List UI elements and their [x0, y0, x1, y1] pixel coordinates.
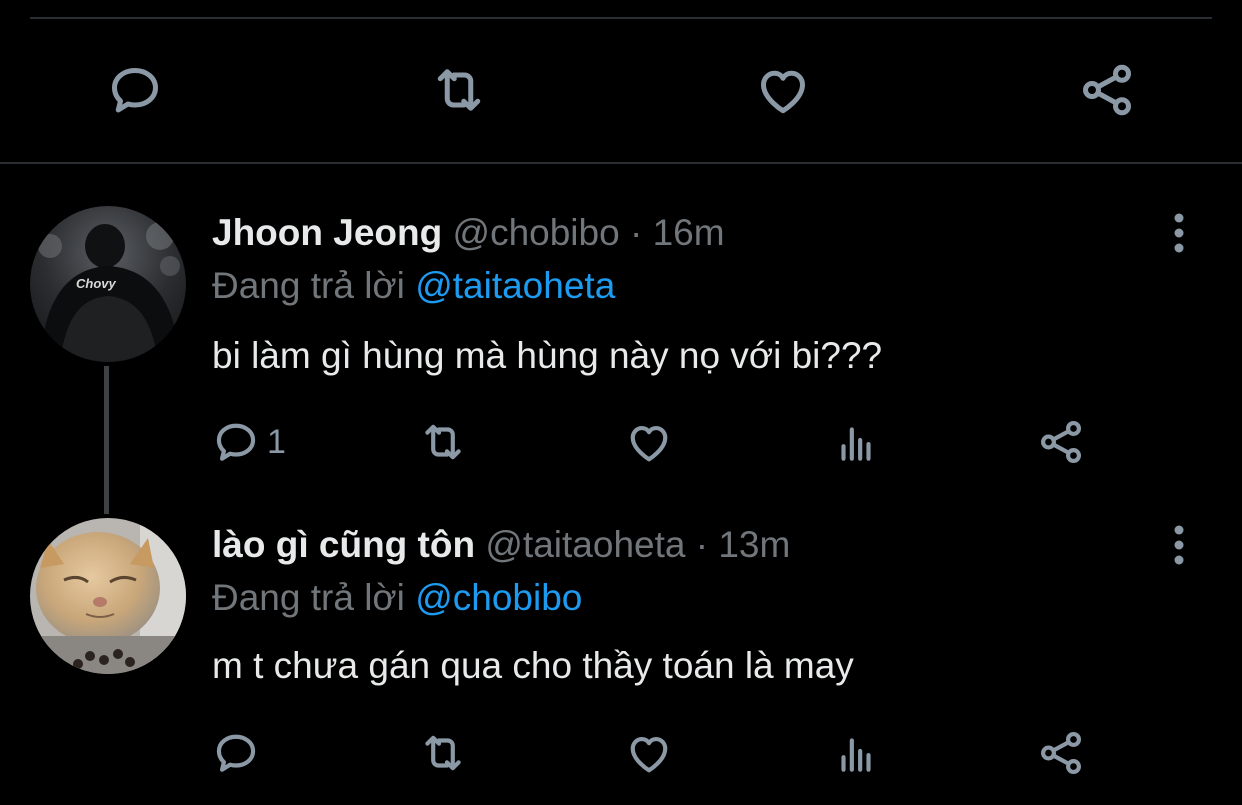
user-handle[interactable]: @chobibo — [453, 212, 620, 253]
tweet-action-bar — [0, 725, 1242, 781]
replying-to-handle[interactable]: @chobibo — [415, 577, 582, 618]
retweet-button[interactable] — [418, 414, 468, 470]
share-icon — [1041, 420, 1081, 464]
share-button[interactable] — [1036, 725, 1086, 781]
retweet-icon — [425, 424, 461, 460]
replying-to-line: Đang trả lời @taitaoheta — [212, 265, 615, 307]
more-vertical-icon — [1174, 213, 1184, 253]
reply-icon — [216, 734, 256, 772]
analytics-button[interactable] — [831, 725, 881, 781]
display-name[interactable]: lào gì cũng tôn — [212, 524, 475, 565]
analytics-icon — [841, 427, 871, 461]
retweet-button[interactable] — [418, 725, 468, 781]
tweet-text: bi làm gì hùng mà hùng này nọ với bi??? — [212, 335, 883, 376]
main-tweet-action-bar — [0, 58, 1242, 122]
main-like-button[interactable] — [751, 58, 815, 122]
separator-dot: · — [695, 524, 709, 565]
section-divider — [0, 162, 1242, 164]
share-button[interactable] — [1036, 414, 1086, 470]
heart-icon — [630, 736, 668, 773]
top-divider — [30, 17, 1212, 19]
timestamp[interactable]: 13m — [718, 524, 790, 565]
main-reply-button[interactable] — [103, 58, 167, 122]
main-share-button[interactable] — [1075, 58, 1139, 122]
replying-to-line: Đang trả lời @chobibo — [212, 577, 582, 619]
main-retweet-button[interactable] — [427, 58, 491, 122]
heart-icon — [630, 425, 668, 462]
share-icon — [1083, 64, 1131, 116]
analytics-button[interactable] — [831, 414, 881, 470]
heart-icon — [761, 70, 805, 114]
retweet-icon — [437, 69, 481, 111]
avatar-image: Chovy — [30, 206, 186, 362]
like-button[interactable] — [624, 414, 674, 470]
reply-button[interactable] — [211, 725, 261, 781]
reply-icon — [112, 68, 158, 113]
timestamp[interactable]: 16m — [653, 212, 725, 253]
more-vertical-icon — [1174, 525, 1184, 565]
tweet-header: lào gì cũng tôn @taitaoheta · 13m — [212, 524, 790, 566]
reply-button[interactable]: 1 — [211, 414, 286, 470]
tweet-header: Jhoon Jeong @chobibo · 16m — [212, 212, 725, 254]
replying-to-handle[interactable]: @taitaoheta — [415, 265, 615, 306]
analytics-icon — [841, 738, 871, 772]
avatar[interactable] — [30, 518, 186, 674]
like-button[interactable] — [624, 725, 674, 781]
replying-to-label: Đang trả lời — [212, 577, 405, 618]
retweet-icon — [425, 735, 461, 771]
avatar-jersey-text: Chovy — [76, 276, 117, 291]
more-options-button[interactable] — [1162, 208, 1196, 258]
replying-to-label: Đang trả lời — [212, 265, 405, 306]
tweet-action-bar: 1 — [0, 414, 1242, 470]
avatar-image — [30, 518, 186, 674]
separator-dot: · — [629, 212, 643, 253]
tweet-text: m t chưa gán qua cho thầy toán là may — [212, 645, 854, 686]
reply-count: 1 — [267, 422, 286, 461]
display-name[interactable]: Jhoon Jeong — [212, 212, 442, 253]
reply-icon — [216, 423, 256, 461]
share-icon — [1041, 731, 1081, 775]
avatar[interactable]: Chovy — [30, 206, 186, 362]
more-options-button[interactable] — [1162, 520, 1196, 570]
user-handle[interactable]: @taitaoheta — [485, 524, 685, 565]
